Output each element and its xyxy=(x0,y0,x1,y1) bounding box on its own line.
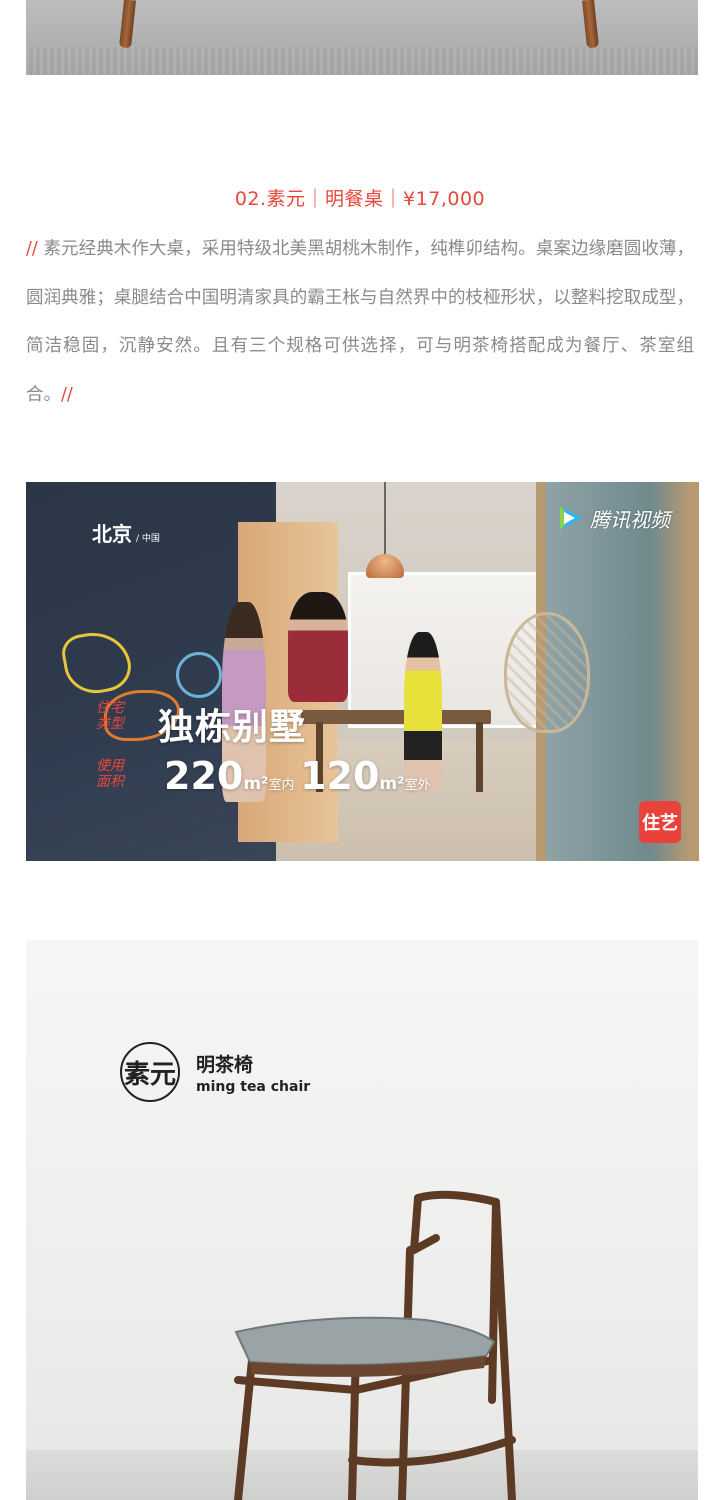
play-logo-icon xyxy=(554,502,586,534)
chair-seat-cushion xyxy=(234,1316,496,1366)
outdoor-unit: m² xyxy=(379,774,405,794)
chalk-drawing xyxy=(59,626,135,699)
video-player[interactable]: 北京 / 中国 腾讯视频 住宅 类型 独栋别墅 使用 面积 220m²室内 120… xyxy=(26,482,699,861)
video-watermark: 腾讯视频 xyxy=(554,502,670,534)
country-name: / 中国 xyxy=(136,534,160,544)
house-type: 独栋别墅 xyxy=(158,707,307,748)
woman-figure xyxy=(288,592,348,702)
chair-illustration xyxy=(234,1190,516,1500)
dining-table xyxy=(301,710,491,724)
table-leg-left xyxy=(119,0,136,49)
quote-close-mark: // xyxy=(61,384,73,405)
description-text: 素元经典木作大桌，采用特级北美黑胡桃木制作，纯榫卯结构。桌案边缘磨圆收薄，圆润典… xyxy=(26,239,695,405)
chair-stretcher xyxy=(348,1436,516,1467)
area-figures: 220m²室内 120m²室外 xyxy=(164,754,431,798)
product-description: // 素元经典木作大桌，采用特级北美黑胡桃木制作，纯榫卯结构。桌案边缘磨圆收薄，… xyxy=(26,225,694,419)
quote-open-mark: // xyxy=(26,239,44,259)
label-house-type: 住宅 类型 xyxy=(96,700,124,732)
city-name: 北京 xyxy=(92,522,132,546)
pendant-lamp xyxy=(366,554,404,578)
watermark-text: 腾讯视频 xyxy=(590,507,670,532)
table-leg-right xyxy=(582,0,599,49)
product-heading: 02.素元｜明餐桌｜¥17,000 xyxy=(234,188,486,210)
hanging-chair xyxy=(504,612,590,733)
brand-badge: 住艺 xyxy=(639,801,681,843)
chair-seat-rail xyxy=(234,1376,360,1394)
table-leg xyxy=(476,722,483,792)
indoor-label: 室内 xyxy=(268,778,295,793)
indoor-area: 220 xyxy=(164,754,244,798)
video-city: 北京 / 中国 xyxy=(92,518,160,547)
indoor-unit: m² xyxy=(243,774,269,794)
product-photo-top xyxy=(26,0,698,75)
label-usable-area: 使用 面积 xyxy=(96,758,124,790)
chair-backrest-left xyxy=(410,1194,440,1254)
lamp-cord xyxy=(384,482,386,556)
floor-texture xyxy=(26,47,698,75)
chalk-drawing xyxy=(176,652,222,698)
outdoor-label: 室外 xyxy=(404,778,431,793)
chair-poster: 素元 明茶椅 ming tea chair xyxy=(26,940,698,1500)
chair-back-leg-right xyxy=(492,1198,516,1500)
outdoor-area: 120 xyxy=(300,754,380,798)
